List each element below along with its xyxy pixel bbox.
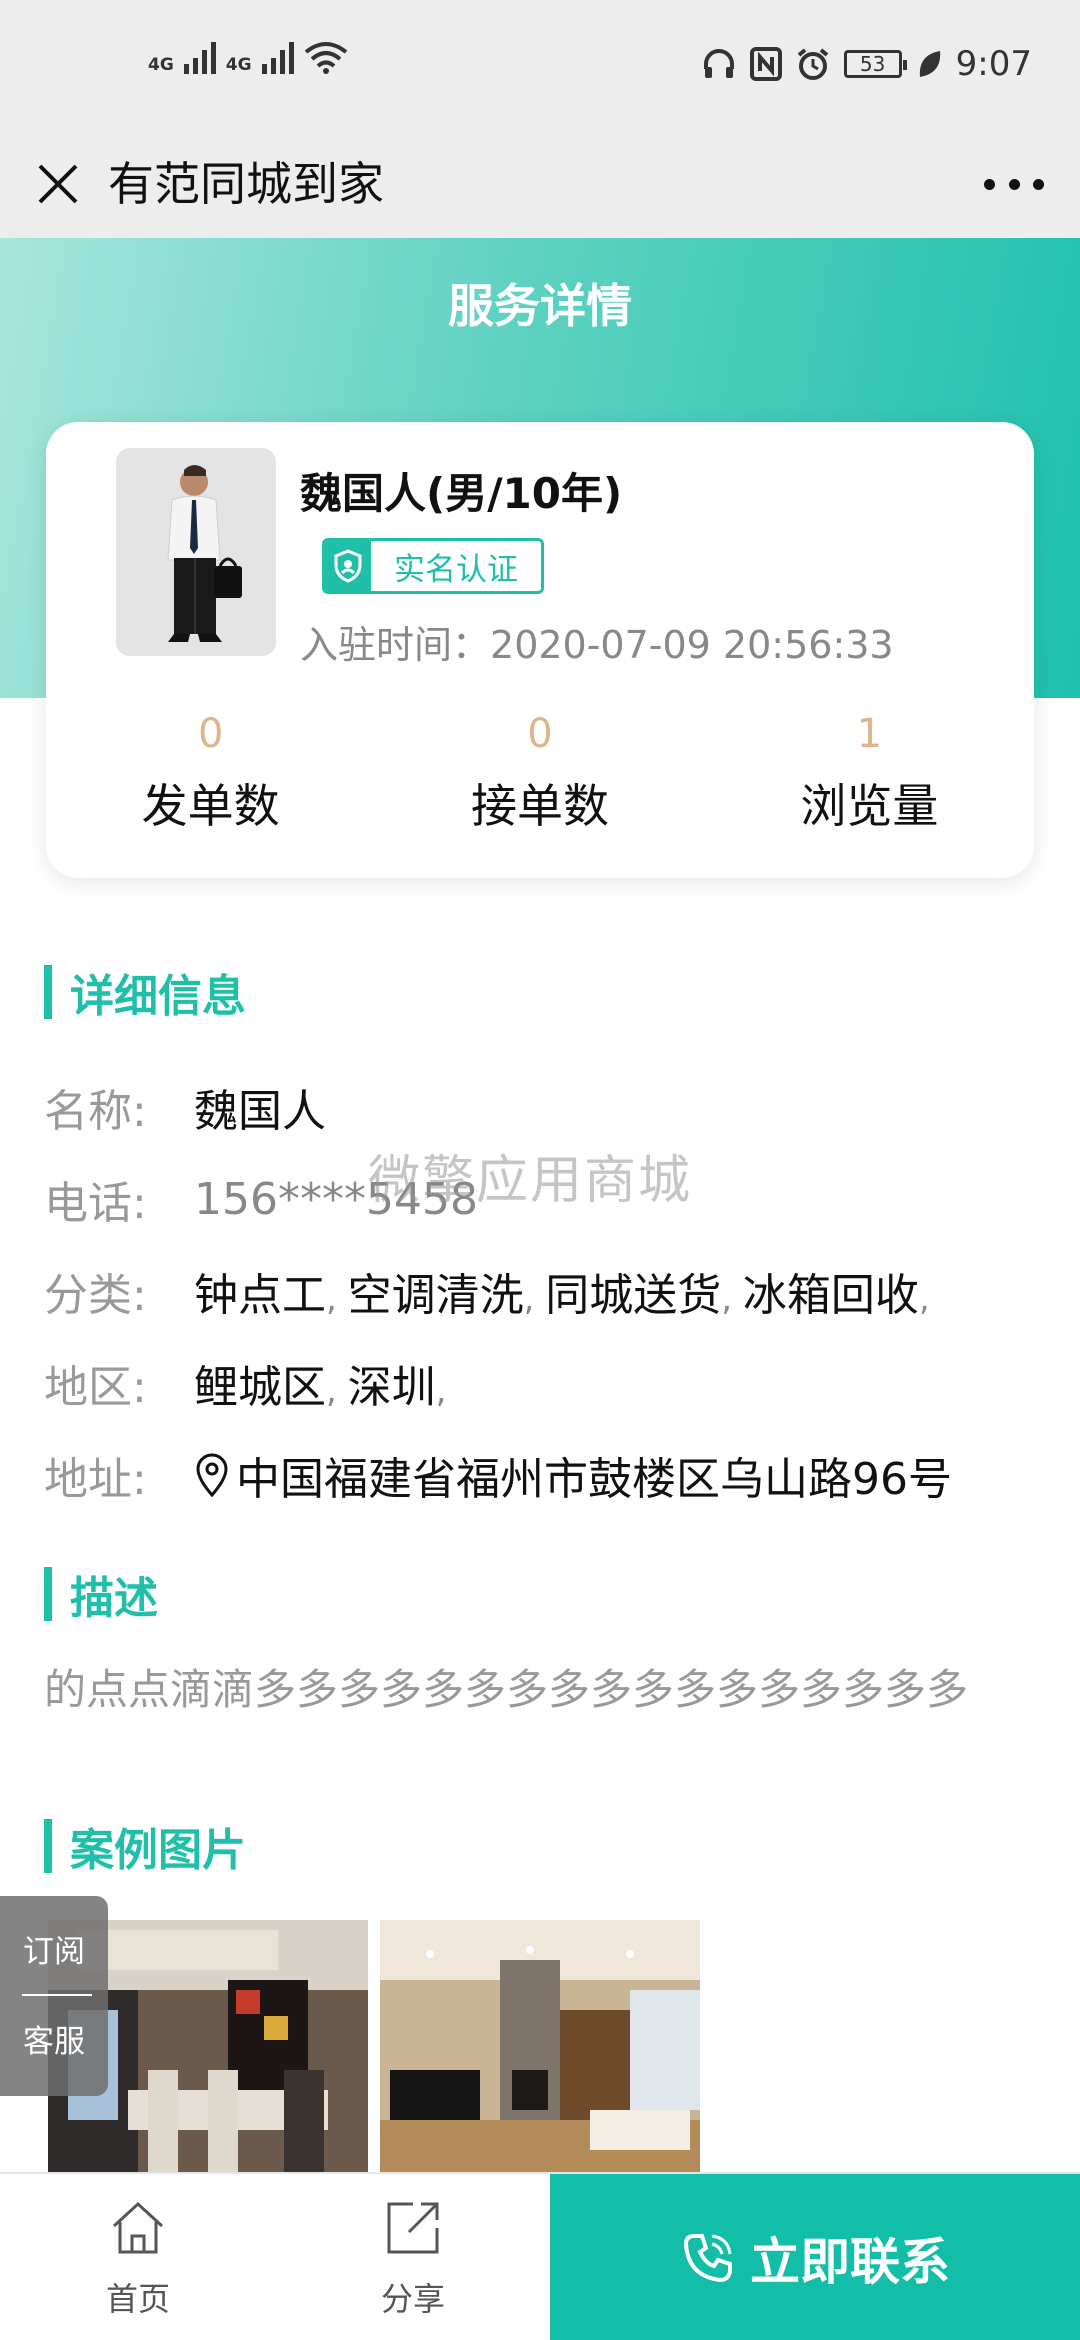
address-value[interactable]: 中国福建省福州市鼓楼区乌山路96号 <box>236 1443 952 1507</box>
provider-name: 魏国人(男/10年) <box>300 469 623 518</box>
profile-card: 魏国人(男/10年) 实名认证 入驻时间：2020-07-09 20:56:33… <box>46 422 1034 878</box>
signal-icon <box>183 40 216 74</box>
region-item: 深圳 <box>347 1362 436 1413</box>
contact-now-label: 立即联系 <box>750 2233 950 2291</box>
page-title: 服务详情 <box>448 279 632 333</box>
case-image-living-room[interactable] <box>380 1920 700 2176</box>
detail-label: 电话: <box>44 1178 147 1229</box>
wifi-icon <box>304 42 347 74</box>
detail-label: 分类: <box>44 1270 147 1321</box>
share-label: 分享 <box>380 2280 445 2318</box>
nav-bar: 有范同城到家 <box>0 130 1080 238</box>
signal-icon <box>261 40 294 74</box>
stats-row: 0 发单数 0 接单数 1 浏览量 <box>46 704 1034 836</box>
avatar-photo <box>116 448 276 656</box>
detail-label: 名称: <box>44 1086 147 1137</box>
contact-now-button[interactable]: 立即联系 <box>550 2174 1080 2340</box>
detail-label: 地区: <box>44 1362 147 1413</box>
section-title: 案例图片 <box>70 1825 246 1876</box>
status-right-group: 53 9:07 <box>702 44 1032 84</box>
detail-row-category: 分类: 钟点工, 空调清洗, 同城送货, 冰箱回收, <box>44 1258 930 1324</box>
leaf-icon <box>919 51 940 77</box>
description-text: 的点点滴滴多多多多多多多多多多多多多多多多多 <box>44 1665 969 1714</box>
customer-service-button[interactable]: 客服 <box>0 2016 108 2061</box>
join-time-label: 入驻时间： <box>300 623 491 667</box>
section-header-description: 描述 <box>44 1562 158 1626</box>
detail-row-region: 地区: 鲤城区, 深圳, <box>44 1350 446 1416</box>
detail-value: 钟点工, 空调清洗, 同城送货, 冰箱回收, <box>194 1270 930 1321</box>
close-icon[interactable] <box>30 156 86 212</box>
more-menu-icon[interactable] <box>984 158 1044 210</box>
share-tab[interactable]: 分享 <box>333 2198 493 2320</box>
headphones-icon <box>703 49 734 78</box>
section-header-details: 详细信息 <box>44 960 246 1024</box>
section-title: 描述 <box>70 1573 158 1624</box>
category-item: 冰箱回收 <box>742 1270 919 1321</box>
join-time: 入驻时间：2020-07-09 20:56:33 <box>300 614 894 669</box>
home-icon <box>112 2201 164 2254</box>
network-type-2: 4G <box>225 55 252 75</box>
detail-row-address: 地址: 中国福建省福州市鼓楼区乌山路96号 <box>44 1442 952 1508</box>
stat-orders-sent: 0 发单数 <box>46 704 375 836</box>
battery-icon: 53 <box>843 50 907 78</box>
join-time-value: 2020-07-09 20:56:33 <box>490 623 894 667</box>
detail-label: 地址: <box>44 1454 147 1505</box>
shield-icon <box>325 541 371 591</box>
stat-label: 浏览量 <box>800 779 939 833</box>
stat-views: 1 浏览量 <box>705 704 1034 836</box>
verified-badge: 实名认证 <box>322 538 544 594</box>
status-bar: 4G 4G 53 9:07 <box>0 0 1080 130</box>
share-icon <box>387 2202 439 2254</box>
bottom-bar: 首页 分享 立即联系 <box>0 2172 1080 2340</box>
section-accent-bar <box>44 965 52 1019</box>
detail-value: 魏国人 <box>194 1086 326 1137</box>
stat-value: 0 <box>197 711 224 757</box>
subscribe-button[interactable]: 订阅 <box>0 1926 108 1971</box>
category-item: 钟点工 <box>194 1270 326 1321</box>
region-item: 鲤城区 <box>194 1362 326 1413</box>
home-label: 首页 <box>105 2280 170 2318</box>
home-tab[interactable]: 首页 <box>58 2198 218 2320</box>
stat-label: 接单数 <box>470 779 609 833</box>
side-float-tab: 订阅 客服 <box>0 1896 108 2096</box>
nfc-icon <box>749 47 782 81</box>
category-item: 空调清洗 <box>347 1270 524 1321</box>
section-accent-bar <box>44 1819 52 1873</box>
divider <box>22 1994 92 1996</box>
category-item: 同城送货 <box>545 1270 722 1321</box>
stat-orders-received: 0 接单数 <box>375 704 704 836</box>
section-title: 详细信息 <box>70 971 246 1022</box>
verified-label: 实名认证 <box>394 551 518 588</box>
nav-title: 有范同城到家 <box>108 157 384 211</box>
signal-group: 4G 4G <box>148 40 348 74</box>
network-type-1: 4G <box>148 55 174 75</box>
location-pin-icon <box>196 1453 228 1497</box>
stat-label: 发单数 <box>141 779 280 833</box>
detail-row-name: 名称: 魏国人 <box>44 1074 326 1140</box>
page: 4G 4G 53 9:07 有范同城到家 服务详情 魏国人(男/10年) 实名认… <box>0 0 1080 2340</box>
phone-call-icon <box>683 2234 732 2283</box>
avatar[interactable] <box>116 448 276 656</box>
alarm-icon <box>797 48 828 80</box>
clock: 9:07 <box>955 44 1032 84</box>
detail-value: 鲤城区, 深圳, <box>194 1362 447 1413</box>
stat-value: 0 <box>527 711 553 757</box>
section-header-cases: 案例图片 <box>44 1814 246 1878</box>
watermark: 微擎应用商城 <box>368 1151 693 1211</box>
stat-value: 1 <box>856 711 883 757</box>
section-accent-bar <box>44 1567 52 1621</box>
